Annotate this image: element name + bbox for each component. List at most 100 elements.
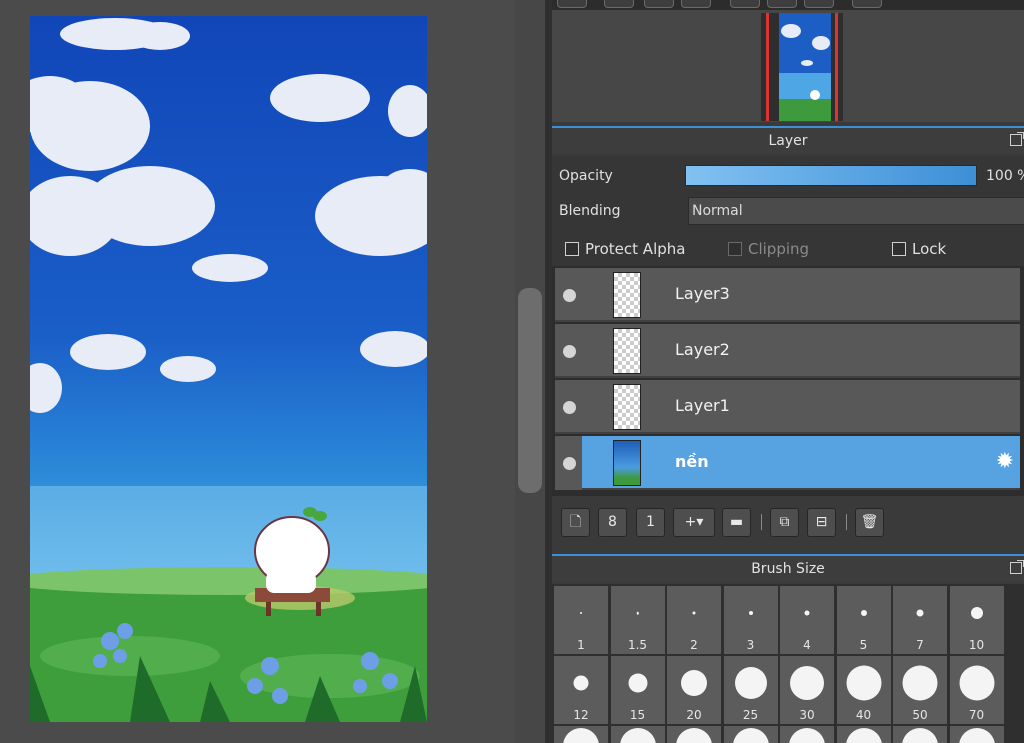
clipping-label: Clipping <box>748 240 810 258</box>
visibility-toggle-icon[interactable] <box>563 289 576 302</box>
delete-icon[interactable]: 🗑 <box>855 508 884 537</box>
brush-size-cell[interactable]: 25 <box>723 656 778 724</box>
layer-row-nen[interactable]: nền ✹ <box>555 436 1020 490</box>
brush-size-dot <box>846 665 881 701</box>
layer-properties: Opacity 100 % Blending Normal Protect Al… <box>552 156 1024 266</box>
brush-size-cell[interactable] <box>836 726 891 743</box>
brush-size-dot <box>916 609 924 617</box>
layer-name: Layer3 <box>675 284 730 303</box>
brush-size-cell[interactable]: 4 <box>780 586 834 654</box>
nav-button-3[interactable] <box>644 0 674 8</box>
brush-size-cell[interactable] <box>723 726 778 743</box>
nav-button-4[interactable] <box>681 0 711 8</box>
navigator-preview[interactable] <box>761 13 843 121</box>
brush-size-cell[interactable]: 5 <box>836 586 891 654</box>
layer-toolbar: 🗋 8 1 +▾ ▬ ⧉ ⊟ 🗑 <box>552 497 1024 547</box>
brush-size-cell[interactable]: 20 <box>667 656 721 724</box>
brush-size-cell[interactable] <box>949 726 1004 743</box>
brush-size-cell[interactable] <box>780 726 834 743</box>
brush-size-dot <box>580 612 582 614</box>
brush-size-cell[interactable]: 12 <box>554 656 608 724</box>
brush-size-dot <box>970 607 983 619</box>
checkbox-box[interactable] <box>565 242 579 256</box>
brush-size-label: 1.5 <box>627 638 648 652</box>
brush-size-label: 4 <box>803 638 811 652</box>
new-1bit-layer-icon[interactable]: 1 <box>636 508 665 537</box>
brush-size-label: 10 <box>968 638 985 652</box>
brush-size-label: 1 <box>577 638 585 652</box>
brush-size-dot <box>845 728 882 743</box>
layer-list: Layer3 Layer2 Layer1 nền ✹ <box>552 266 1024 496</box>
blending-mode-select[interactable]: Normal <box>688 197 1024 225</box>
brush-size-cell[interactable]: 10 <box>949 586 1004 654</box>
add-layer-menu-icon[interactable]: +▾ <box>673 508 715 537</box>
toolbar-separator <box>846 514 847 530</box>
artwork-canvas[interactable] <box>30 16 427 722</box>
gear-icon[interactable]: ✹ <box>996 450 1014 474</box>
layer-name: nền <box>675 452 709 471</box>
brush-size-header: Brush Size <box>552 554 1024 582</box>
visibility-toggle-icon[interactable] <box>563 345 576 358</box>
brush-size-cell[interactable]: 15 <box>610 656 665 724</box>
lock-checkbox[interactable]: Lock <box>892 240 946 258</box>
brush-size-dot <box>692 611 696 615</box>
checkbox-box[interactable] <box>892 242 906 256</box>
nav-button-7[interactable] <box>804 0 834 8</box>
brush-size-cell[interactable] <box>667 726 721 743</box>
brush-size-dot <box>789 728 825 743</box>
brush-size-cell[interactable] <box>554 726 608 743</box>
layer-thumbnail <box>613 328 641 374</box>
protect-alpha-checkbox[interactable]: Protect Alpha <box>565 240 685 258</box>
brush-size-dot <box>959 665 994 701</box>
checkbox-box[interactable] <box>728 242 742 256</box>
brush-size-label: 50 <box>912 708 928 722</box>
new-8bit-layer-icon[interactable]: 8 <box>598 508 627 537</box>
popout-icon[interactable] <box>1010 132 1024 146</box>
brush-size-cell[interactable]: 40 <box>836 656 891 724</box>
brush-size-dot <box>628 673 647 693</box>
clipping-checkbox[interactable]: Clipping <box>728 240 809 258</box>
opacity-label: Opacity <box>559 168 613 184</box>
brush-size-dot <box>958 728 995 743</box>
brush-size-cell[interactable]: 1 <box>554 586 608 654</box>
folder-icon[interactable]: ▬ <box>722 508 751 537</box>
popout-icon[interactable] <box>1010 560 1024 574</box>
duplicate-icon[interactable]: ⧉ <box>770 508 799 537</box>
navigator-viewport-frame[interactable] <box>766 13 838 121</box>
brush-size-dot <box>732 728 769 743</box>
brush-size-dot <box>860 610 867 616</box>
scrollbar-thumb[interactable] <box>518 288 542 493</box>
brush-size-cell[interactable]: 70 <box>949 656 1004 724</box>
brush-size-label: 3 <box>746 638 755 652</box>
visibility-toggle-icon[interactable] <box>563 401 576 414</box>
layer-row-layer1[interactable]: Layer1 <box>555 380 1020 434</box>
nav-button-5[interactable] <box>730 0 760 8</box>
brush-size-cell[interactable]: 50 <box>893 656 947 724</box>
navigator-panel[interactable] <box>552 10 1024 122</box>
brush-size-cell[interactable]: 30 <box>780 656 834 724</box>
nav-button-2[interactable] <box>604 0 634 8</box>
nav-button-6[interactable] <box>767 0 797 8</box>
brush-size-cell[interactable]: 7 <box>893 586 947 654</box>
brush-size-label: 20 <box>686 708 702 722</box>
opacity-slider[interactable] <box>685 165 977 186</box>
brush-size-dot <box>681 670 707 696</box>
nav-button-1[interactable] <box>557 0 587 8</box>
nav-button-8[interactable] <box>852 0 882 8</box>
brush-size-cell[interactable] <box>610 726 665 743</box>
lock-label: Lock <box>912 240 947 258</box>
new-layer-icon[interactable]: 🗋 <box>561 508 590 537</box>
brush-size-cell[interactable] <box>893 726 947 743</box>
brush-size-cell[interactable]: 2 <box>667 586 721 654</box>
panel-divider[interactable] <box>545 0 552 743</box>
brush-size-cell[interactable]: 1.5 <box>610 586 665 654</box>
layer-row-layer3[interactable]: Layer3 <box>555 268 1020 322</box>
brush-size-cell[interactable]: 3 <box>723 586 778 654</box>
visibility-toggle-icon[interactable] <box>563 457 576 470</box>
brush-size-dot <box>619 728 656 743</box>
brush-size-label: 2 <box>690 638 698 652</box>
layer-row-layer2[interactable]: Layer2 <box>555 324 1020 378</box>
canvas-area[interactable] <box>0 0 515 743</box>
brush-size-dot <box>804 610 810 616</box>
merge-down-icon[interactable]: ⊟ <box>807 508 836 537</box>
